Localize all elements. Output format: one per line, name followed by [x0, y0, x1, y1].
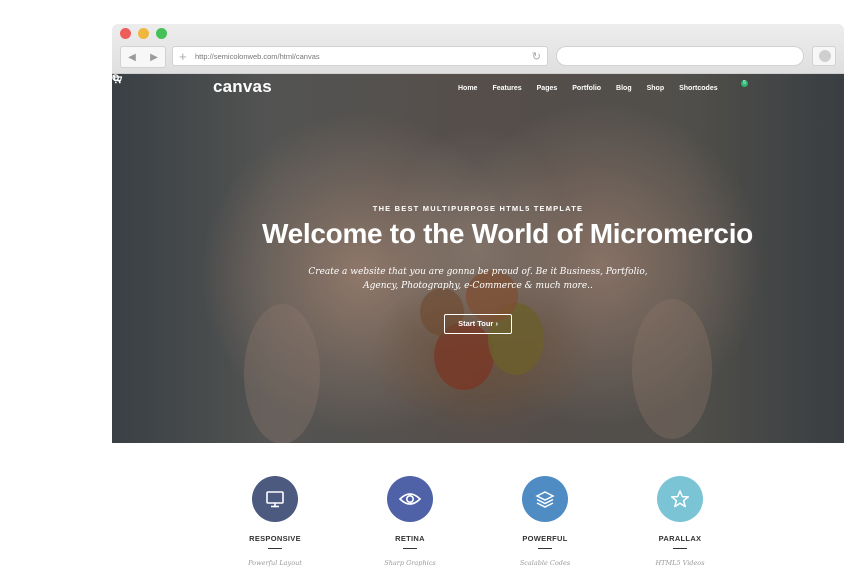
back-arrow-icon[interactable]: ◀: [128, 52, 136, 63]
menu-item-blog[interactable]: Blog: [616, 85, 632, 92]
address-url: http://semicolonweb.com/html/canvas: [195, 52, 320, 61]
menu-item-shop[interactable]: Shop: [647, 85, 665, 92]
start-tour-label: Start Tour: [458, 319, 494, 328]
feature-parallax[interactable]: PARALLAX HTML5 Videos: [620, 476, 740, 567]
feature-divider: [673, 548, 687, 549]
star-icon: [670, 490, 690, 508]
feature-title: POWERFUL: [522, 534, 568, 543]
zoom-window-button[interactable]: [156, 28, 167, 39]
extension-button[interactable]: [812, 46, 836, 66]
feature-title: RETINA: [395, 534, 425, 543]
feature-responsive[interactable]: RESPONSIVE Powerful Layout: [215, 476, 335, 567]
start-tour-button[interactable]: Start Tour ›: [444, 314, 512, 334]
feature-icon-circle: [387, 476, 433, 522]
feature-divider: [403, 548, 417, 549]
hero-subline: Create a website that you are gonna be p…: [298, 265, 658, 293]
feature-description: Scalable Codes: [519, 559, 571, 567]
address-bar[interactable]: + http://semicolonweb.com/html/canvas ↻: [172, 46, 548, 66]
feature-title: PARALLAX: [658, 534, 702, 543]
history-buttons: ◀ ▶: [120, 46, 166, 68]
eye-icon: [399, 493, 421, 505]
feature-divider: [538, 548, 552, 549]
layers-icon: [535, 491, 555, 508]
close-window-button[interactable]: [120, 28, 131, 39]
hero-content: canvas Home Features Pages Portfolio Blo…: [112, 74, 844, 443]
hero-kicker: THE BEST MULTIPURPOSE HTML5 TEMPLATE: [372, 204, 584, 213]
feature-retina[interactable]: RETINA Sharp Graphics: [350, 476, 470, 567]
feature-icon-circle: [252, 476, 298, 522]
forward-arrow-icon[interactable]: ▶: [150, 52, 158, 63]
feature-icon-circle: [657, 476, 703, 522]
reload-icon[interactable]: ↻: [532, 47, 541, 67]
menu-item-features[interactable]: Features: [492, 85, 521, 92]
browser-window: ◀ ▶ + http://semicolonweb.com/html/canva…: [112, 24, 844, 567]
cart-count-badge: 5: [741, 80, 748, 87]
feature-description: Sharp Graphics: [384, 559, 436, 567]
feature-powerful[interactable]: POWERFUL Scalable Codes: [485, 476, 605, 567]
menu-item-home[interactable]: Home: [458, 85, 477, 92]
site-logo[interactable]: canvas: [213, 77, 272, 97]
feature-divider: [268, 548, 282, 549]
menu-item-pages[interactable]: Pages: [537, 85, 558, 92]
cart-icon[interactable]: [112, 74, 122, 84]
browser-toolbar: ◀ ▶ + http://semicolonweb.com/html/canva…: [112, 24, 844, 74]
features-section: RESPONSIVE Powerful Layout RETINA Sharp …: [112, 443, 844, 567]
minimize-window-button[interactable]: [138, 28, 149, 39]
monitor-icon: [266, 491, 284, 508]
hero-section: canvas Home Features Pages Portfolio Blo…: [112, 74, 844, 443]
main-menu: Home Features Pages Portfolio Blog Shop …: [458, 85, 733, 92]
menu-item-portfolio[interactable]: Portfolio: [572, 85, 601, 92]
plus-icon[interactable]: +: [179, 47, 187, 66]
feature-description: HTML5 Videos: [655, 559, 705, 567]
feature-icon-circle: [522, 476, 568, 522]
chevron-right-icon: ›: [495, 319, 498, 328]
hero-subline-line-1: Create a website that you are gonna be p…: [308, 267, 648, 277]
browser-search-input[interactable]: [556, 46, 804, 66]
hero-subline-line-2: Agency, Photography, e-Commerce & much m…: [363, 281, 593, 291]
hero-headline: Welcome to the World of Micromercio: [262, 218, 753, 249]
menu-item-shortcodes[interactable]: Shortcodes: [679, 85, 718, 92]
feature-title: RESPONSIVE: [249, 534, 301, 543]
feature-description: Powerful Layout: [248, 559, 302, 567]
